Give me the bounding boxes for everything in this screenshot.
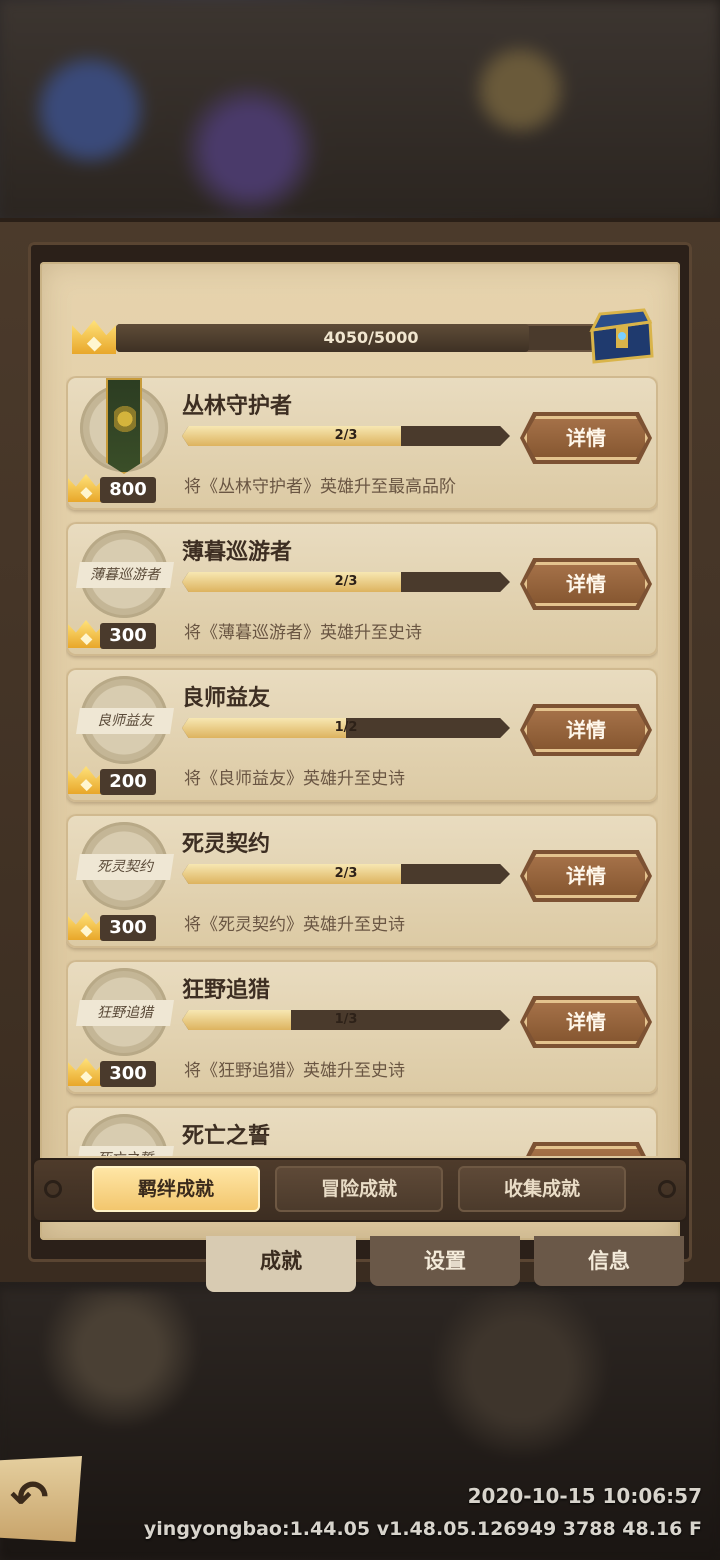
achievement-description: 将《丛林守护者》英雄升至最高品阶 bbox=[184, 477, 456, 497]
medal-icon: 薄暮巡游者 bbox=[76, 530, 174, 618]
crown-icon bbox=[68, 912, 104, 940]
details-button[interactable]: 详情 bbox=[524, 1146, 648, 1156]
achievement-list[interactable]: 800 丛林守护者 2/3 将《丛林守护者》英雄升至最高品阶 详情 薄暮巡游者 … bbox=[66, 376, 658, 1156]
achievement-title: 狂野追猎 bbox=[182, 978, 271, 1003]
crown-icon bbox=[68, 1058, 104, 1086]
medal-label: 良师益友 bbox=[76, 708, 174, 734]
tab-settings[interactable]: 设置 bbox=[370, 1236, 520, 1286]
achievement-description: 将《狂野追猎》英雄升至史诗 bbox=[184, 1061, 405, 1081]
details-button[interactable]: 详情 bbox=[524, 1000, 648, 1044]
achievement-title: 丛林守护者 bbox=[182, 394, 293, 419]
details-button[interactable]: 详情 bbox=[524, 708, 648, 752]
achievement-progress-text: 1/3 bbox=[334, 1012, 358, 1027]
achievement-title: 薄暮巡游者 bbox=[182, 540, 293, 565]
subtab-adventure-achievements[interactable]: 冒险成就 bbox=[275, 1166, 443, 1212]
medal-icon: 死亡之誓 bbox=[76, 1114, 174, 1156]
achievement-card: 薄暮巡游者 300 薄暮巡游者 2/3 将《薄暮巡游者》英雄升至史诗 详情 bbox=[66, 522, 658, 656]
crown-icon bbox=[68, 620, 104, 648]
achievement-progress-text: 2/3 bbox=[334, 574, 358, 589]
achievement-progress-bar: 2/3 bbox=[182, 572, 510, 592]
achievement-progress-text: 2/3 bbox=[334, 866, 358, 881]
achievement-card: 800 丛林守护者 2/3 将《丛林守护者》英雄升至最高品阶 详情 bbox=[66, 376, 658, 510]
subtab-collection-achievements[interactable]: 收集成就 bbox=[458, 1166, 626, 1212]
reward: 300 bbox=[68, 1058, 160, 1088]
achievement-description: 将《死灵契约》英雄升至史诗 bbox=[184, 915, 405, 935]
tab-achievements[interactable]: 成就 bbox=[206, 1236, 356, 1292]
achievement-title: 死亡之誓 bbox=[182, 1124, 271, 1149]
reward: 300 bbox=[68, 912, 160, 942]
jungle-banner-icon bbox=[106, 378, 142, 474]
total-progress-text: 4050/5000 bbox=[323, 328, 419, 347]
achievement-card: 死灵契约 300 死灵契约 2/3 将《死灵契约》英雄升至史诗 详情 bbox=[66, 814, 658, 948]
reward-value: 300 bbox=[100, 1061, 156, 1087]
reward-value: 200 bbox=[100, 769, 156, 795]
total-progress-bar: 4050/5000 bbox=[116, 324, 626, 352]
crown-icon bbox=[72, 320, 116, 354]
back-arrow-icon: ↶ bbox=[10, 1470, 49, 1524]
crown-icon bbox=[68, 766, 104, 794]
medal-icon: 良师益友 bbox=[76, 676, 174, 764]
achievement-progress-text: 2/3 bbox=[334, 428, 358, 443]
achievement-progress-bar: 1/2 bbox=[182, 718, 510, 738]
achievement-title: 良师益友 bbox=[182, 686, 271, 711]
reward: 800 bbox=[68, 474, 160, 504]
back-button[interactable]: ↶ bbox=[0, 1456, 82, 1542]
medal-label: 死灵契约 bbox=[76, 854, 174, 880]
crown-icon bbox=[68, 474, 104, 502]
treasure-chest-icon[interactable] bbox=[586, 308, 656, 364]
reward-value: 300 bbox=[100, 623, 156, 649]
achievement-progress-bar: 1/3 bbox=[182, 1010, 510, 1030]
medal-icon: 狂野追猎 bbox=[76, 968, 174, 1056]
achievement-progress-bar: 2/3 bbox=[182, 864, 510, 884]
ring-right-icon bbox=[658, 1180, 676, 1198]
details-button[interactable]: 详情 bbox=[524, 562, 648, 606]
subtab-bond-achievements[interactable]: 羁绊成就 bbox=[92, 1166, 260, 1212]
reward-value: 300 bbox=[100, 915, 156, 941]
blurred-background-top bbox=[0, 0, 720, 220]
reward-value: 800 bbox=[100, 477, 156, 503]
tab-info[interactable]: 信息 bbox=[534, 1236, 684, 1286]
reward: 200 bbox=[68, 766, 160, 796]
achievement-progress-text: 1/2 bbox=[334, 720, 358, 735]
achievement-description: 将《良师益友》英雄升至史诗 bbox=[184, 769, 405, 789]
ring-left-icon bbox=[44, 1180, 62, 1198]
achievement-progress-bar: 2/3 bbox=[182, 426, 510, 446]
achievement-card: 死亡之誓 死亡之誓 详情 bbox=[66, 1106, 658, 1156]
medal-icon bbox=[80, 378, 168, 474]
reward: 300 bbox=[68, 620, 160, 650]
achievement-description: 将《薄暮巡游者》英雄升至史诗 bbox=[184, 623, 422, 643]
footer-version: yingyongbao:1.44.05 v1.48.05.126949 3788… bbox=[143, 1518, 702, 1540]
medal-label: 死亡之誓 bbox=[76, 1146, 174, 1156]
footer-datetime: 2020-10-15 10:06:57 bbox=[467, 1484, 702, 1508]
medal-label: 狂野追猎 bbox=[76, 1000, 174, 1026]
achievement-title: 死灵契约 bbox=[182, 832, 271, 857]
total-progress: 4050/5000 bbox=[72, 320, 662, 356]
medal-label: 薄暮巡游者 bbox=[76, 562, 174, 588]
details-button[interactable]: 详情 bbox=[524, 854, 648, 898]
achievement-card: 狂野追猎 300 狂野追猎 1/3 将《狂野追猎》英雄升至史诗 详情 bbox=[66, 960, 658, 1094]
subtab-bar: 羁绊成就 冒险成就 收集成就 bbox=[34, 1160, 686, 1220]
medal-icon: 死灵契约 bbox=[76, 822, 174, 910]
details-button[interactable]: 详情 bbox=[524, 416, 648, 460]
achievement-card: 良师益友 200 良师益友 1/2 将《良师益友》英雄升至史诗 详情 bbox=[66, 668, 658, 802]
